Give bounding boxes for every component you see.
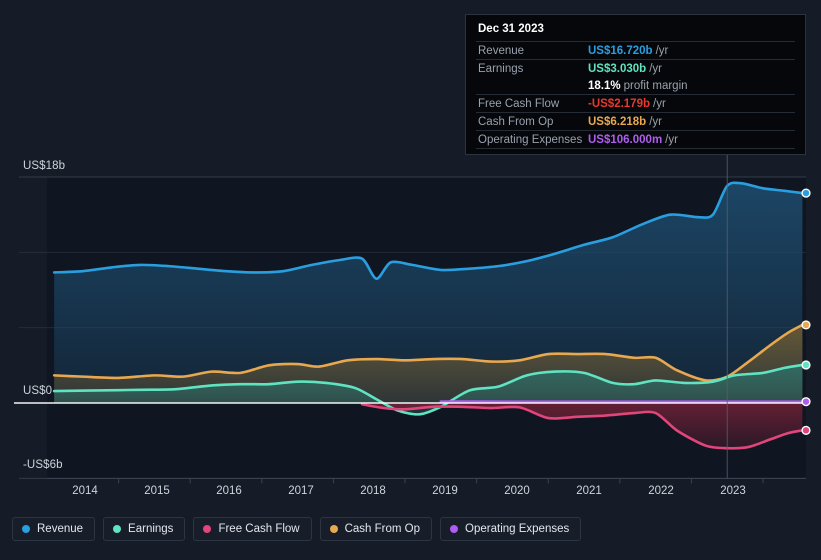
tooltip-value-revenue: US$16.720b bbox=[588, 44, 653, 57]
legend-dot-revenue-icon bbox=[22, 525, 30, 533]
legend-item-free-cash-flow[interactable]: Free Cash Flow bbox=[193, 517, 312, 541]
legend-label-operating-expenses: Operating Expenses bbox=[465, 523, 570, 535]
x-axis-label-2016: 2016 bbox=[216, 485, 242, 497]
x-axis-label-2018: 2018 bbox=[360, 485, 386, 497]
tooltip-label-operating-expenses: Operating Expenses bbox=[478, 133, 583, 146]
tooltip-unit-cash-from-op: /yr bbox=[649, 115, 662, 128]
tooltip-row-operating-expenses: Operating Expenses US$106.000m /yr bbox=[476, 130, 795, 149]
y-axis-label-bottom: -US$6b bbox=[23, 459, 63, 471]
x-axis-label-2023: 2023 bbox=[720, 485, 746, 497]
x-axis-label-2021: 2021 bbox=[576, 485, 602, 497]
tooltip-value-operating-expenses: US$106.000m bbox=[588, 133, 663, 146]
legend-dot-cash-from-op-icon bbox=[329, 525, 338, 533]
tooltip-unit-free-cash-flow: /yr bbox=[653, 97, 666, 110]
tooltip-value-cash-from-op: US$6.218b bbox=[588, 115, 647, 128]
data-tooltip: Dec 31 2023 Revenue US$16.720b /yr Earni… bbox=[465, 14, 806, 155]
tooltip-row-cash-from-op: Cash From Op US$6.218b /yr bbox=[476, 112, 795, 130]
tooltip-unit-revenue: /yr bbox=[655, 44, 669, 57]
x-axis-label-2019: 2019 bbox=[432, 485, 458, 497]
tooltip-unit-profit-margin: profit margin bbox=[623, 79, 688, 92]
tooltip-date: Dec 31 2023 bbox=[478, 23, 544, 35]
x-axis-label-2015: 2015 bbox=[144, 485, 170, 497]
tooltip-unit-earnings: /yr bbox=[649, 62, 662, 75]
y-axis-label-top: US$18b bbox=[23, 160, 66, 172]
tooltip-label-cash-from-op: Cash From Op bbox=[478, 115, 554, 128]
legend-dot-operating-expenses-icon bbox=[450, 525, 459, 533]
legend-item-revenue[interactable]: Revenue bbox=[12, 517, 96, 541]
tooltip-label-free-cash-flow: Free Cash Flow bbox=[478, 97, 560, 110]
legend-label-earnings: Earnings bbox=[128, 523, 174, 535]
y-axis-label-zero: US$0 bbox=[23, 385, 53, 397]
tooltip-row-revenue: Revenue US$16.720b /yr bbox=[476, 41, 795, 59]
x-axis-label-2020: 2020 bbox=[504, 485, 530, 497]
legend-label-revenue: Revenue bbox=[37, 523, 84, 535]
legend-item-cash-from-op[interactable]: Cash From Op bbox=[319, 517, 433, 541]
tooltip-label-revenue: Revenue bbox=[478, 44, 525, 57]
tooltip-unit-operating-expenses: /yr bbox=[665, 133, 678, 146]
tooltip-value-profit-margin: 18.1% bbox=[588, 79, 621, 92]
tooltip-label-earnings: Earnings bbox=[478, 62, 524, 75]
financial-chart-page: US$18b US$0 -US$6b 2014 2015 2016 2017 2… bbox=[0, 0, 821, 560]
x-axis-label-2022: 2022 bbox=[648, 485, 674, 497]
x-axis-label-2014: 2014 bbox=[72, 485, 98, 497]
legend-dot-free-cash-flow-icon bbox=[203, 525, 212, 533]
legend-item-earnings[interactable]: Earnings bbox=[103, 517, 186, 541]
x-axis-label-2017: 2017 bbox=[288, 485, 314, 497]
legend-label-cash-from-op: Cash From Op bbox=[344, 523, 421, 535]
legend-label-free-cash-flow: Free Cash Flow bbox=[218, 523, 300, 535]
tooltip-value-free-cash-flow: -US$2.179b bbox=[588, 97, 651, 110]
tooltip-value-earnings: US$3.030b bbox=[588, 62, 647, 75]
tooltip-row-free-cash-flow: Free Cash Flow -US$2.179b /yr bbox=[476, 94, 795, 112]
chart-legend: Revenue Earnings Free Cash Flow Cash Fro… bbox=[12, 517, 582, 541]
tooltip-row-profit-margin: 18.1% profit margin bbox=[476, 77, 795, 94]
tooltip-row-earnings: Earnings US$3.030b /yr bbox=[476, 59, 795, 77]
legend-item-operating-expenses[interactable]: Operating Expenses bbox=[440, 517, 582, 541]
legend-dot-earnings-icon bbox=[113, 525, 122, 533]
